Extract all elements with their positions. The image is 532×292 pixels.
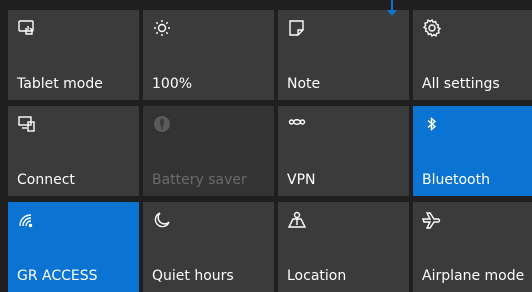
tile-label: Bluetooth	[422, 172, 490, 188]
tile-label: All settings	[422, 76, 500, 92]
quick-actions-grid: Tablet mode 100% Note All settings Conne…	[8, 10, 532, 292]
note-icon	[287, 18, 307, 38]
tile-connect[interactable]: Connect	[8, 106, 139, 196]
tile-label: Note	[287, 76, 321, 92]
tablet-mode-icon	[17, 18, 37, 38]
tile-all-settings[interactable]: All settings	[413, 10, 532, 100]
tile-bluetooth[interactable]: Bluetooth	[413, 106, 532, 196]
tile-label: Connect	[17, 172, 75, 188]
tile-wifi[interactable]: GR ACCESS	[8, 202, 139, 292]
gear-icon	[422, 18, 442, 38]
tile-quiet-hours[interactable]: Quiet hours	[143, 202, 274, 292]
tile-label: Quiet hours	[152, 268, 234, 284]
wifi-icon	[17, 210, 37, 230]
tile-label: Tablet mode	[17, 76, 103, 92]
tile-airplane-mode[interactable]: Airplane mode	[413, 202, 532, 292]
tile-label: Airplane mode	[422, 268, 525, 284]
tile-location[interactable]: Location	[278, 202, 409, 292]
tile-label: VPN	[287, 172, 316, 188]
battery-saver-icon	[152, 114, 172, 134]
tile-battery-saver: Battery saver	[143, 106, 274, 196]
connect-icon	[17, 114, 37, 134]
moon-icon	[152, 210, 172, 230]
tile-label: Battery saver	[152, 172, 247, 188]
tile-label: Location	[287, 268, 347, 284]
tile-label: GR ACCESS	[17, 268, 98, 284]
location-icon	[287, 210, 307, 230]
vpn-icon	[287, 114, 307, 134]
tile-vpn[interactable]: VPN	[278, 106, 409, 196]
tile-label: 100%	[152, 76, 193, 92]
bluetooth-icon	[422, 114, 442, 134]
tile-note[interactable]: Note	[278, 10, 409, 100]
brightness-icon	[152, 18, 172, 38]
tile-brightness[interactable]: 100%	[143, 10, 274, 100]
airplane-icon	[422, 210, 442, 230]
tile-tablet-mode[interactable]: Tablet mode	[8, 10, 139, 100]
arrow-down-icon	[386, 0, 398, 18]
